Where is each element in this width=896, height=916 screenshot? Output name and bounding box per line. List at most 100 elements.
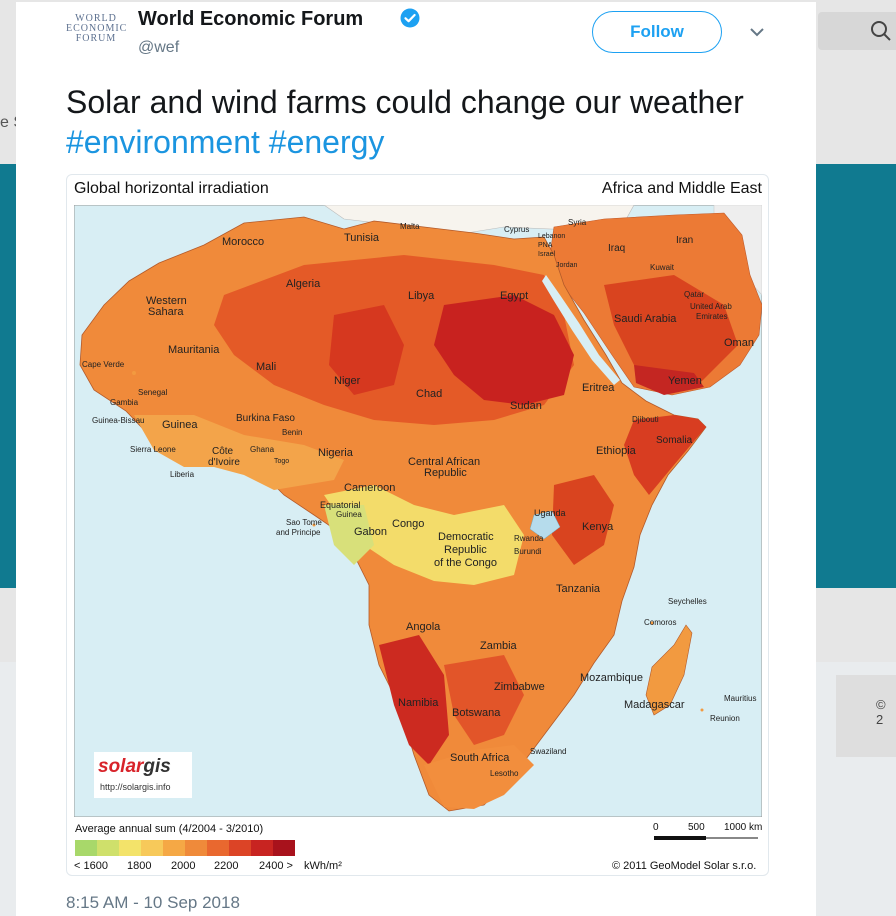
map-region-title: Africa and Middle East	[601, 180, 762, 197]
map-label: Guinea	[162, 419, 198, 431]
map-label: Zambia	[480, 640, 518, 652]
map-label: Madagascar	[624, 699, 685, 711]
chevron-down-icon[interactable]	[749, 26, 765, 38]
map-label: Senegal	[138, 388, 168, 397]
map-label: Cameroon	[344, 482, 395, 494]
legend-title: Average annual sum (4/2004 - 3/2010)	[75, 823, 264, 835]
map-label: Seychelles	[668, 597, 707, 606]
map-label: Lesotho	[490, 769, 519, 778]
legend-swatch	[141, 840, 164, 856]
map-label: Algeria	[286, 278, 321, 290]
map-label: South Africa	[450, 752, 510, 764]
map-label: PNA	[538, 242, 553, 249]
map-label: Gambia	[110, 398, 139, 407]
map-label: Equatorial	[320, 500, 361, 510]
map-label: Namibia	[398, 697, 439, 709]
map-label: Iraq	[608, 243, 625, 254]
map-label: Gabon	[354, 526, 387, 538]
map-label: Tanzania	[556, 583, 601, 595]
map-label: Emirates	[696, 312, 728, 321]
map-label: Ghana	[250, 445, 275, 454]
legend-label: 1800	[127, 860, 152, 872]
map-label: Burundi	[514, 547, 542, 556]
map-label: Swaziland	[530, 747, 566, 756]
map-label: Guinea-Bissau	[92, 416, 144, 425]
legend-swatch	[273, 840, 295, 856]
legend-swatch	[75, 840, 98, 856]
map-label: Republic	[424, 467, 467, 479]
solargis-logo: solargis http://solargis.info	[94, 752, 192, 798]
scale-bar	[654, 836, 758, 840]
map-island	[700, 708, 704, 712]
background-copyright-fragment: © 2	[876, 697, 886, 727]
map-label: Tunisia	[344, 232, 380, 244]
map-label: Guinea	[336, 510, 362, 519]
legend-swatch	[229, 840, 252, 856]
map-label: Mozambique	[580, 672, 643, 684]
map-label: and Principe	[276, 528, 321, 537]
legend-label: < 1600	[74, 860, 108, 872]
map-label: Libya	[408, 290, 435, 302]
map-label: Mali	[256, 361, 276, 373]
map-label: Republic	[444, 544, 487, 556]
author-handle[interactable]: @wef	[138, 39, 179, 57]
map-label: Qatar	[684, 290, 704, 299]
map-label: Lebanon	[538, 233, 565, 240]
verified-badge-icon	[400, 8, 420, 28]
map-label: Reunion	[710, 714, 740, 723]
legend-label: 2400 >	[259, 860, 293, 872]
map-label: Comoros	[644, 618, 676, 627]
avatar-text-line: FORUM	[75, 33, 117, 44]
legend-unit: kWh/m²	[304, 860, 342, 872]
map-label: Togo	[274, 458, 289, 465]
map-label: Malta	[400, 222, 420, 231]
solargis-url: http://solargis.info	[100, 782, 171, 792]
map-title: Global horizontal irradiation	[74, 180, 269, 197]
map-label: Kenya	[582, 521, 614, 533]
legend-swatch	[185, 840, 208, 856]
map-label: Israel	[538, 251, 556, 258]
map-label: Ethiopia	[596, 445, 637, 457]
map-label: Rwanda	[514, 534, 544, 543]
legend-swatch	[97, 840, 120, 856]
legend-swatch	[251, 840, 274, 856]
scale-label: 1000 km	[724, 822, 763, 833]
map-label: United Arab	[690, 302, 732, 311]
author-name[interactable]: World Economic Forum	[138, 8, 363, 31]
map-label: Kuwait	[650, 263, 675, 272]
hashtag-link[interactable]: #energy	[269, 124, 385, 160]
legend-swatch	[119, 840, 142, 856]
map-label: Burkina Faso	[236, 413, 295, 424]
map-label: Mauritania	[168, 344, 220, 356]
map-label: Mauritius	[724, 694, 756, 703]
map-label: Cape Verde	[82, 360, 125, 369]
tweet-timestamp[interactable]: 8:15 AM - 10 Sep 2018	[66, 893, 240, 913]
legend-color-scale	[75, 840, 295, 856]
map-label: Cyprus	[504, 225, 529, 234]
map-label: Sao Tome	[286, 518, 322, 527]
map-label: Democratic	[438, 531, 494, 543]
map-label: Jordan	[556, 262, 578, 269]
hashtag-link[interactable]: #environment	[66, 124, 260, 160]
map-label: Morocco	[222, 236, 264, 248]
map-label: Uganda	[534, 508, 566, 518]
tweet-text: Solar and wind farms could change our we…	[66, 82, 756, 162]
map-label: Angola	[406, 621, 441, 633]
map-label: Egypt	[500, 290, 528, 302]
legend-label: 2000	[171, 860, 196, 872]
follow-button[interactable]: Follow	[592, 11, 722, 53]
search-icon	[871, 21, 891, 41]
map-label: Côte	[212, 446, 234, 457]
map-label: Niger	[334, 375, 361, 387]
avatar[interactable]: WORLD ECONOMIC FORUM	[66, 14, 126, 62]
map-label: Djibouti	[632, 415, 659, 424]
map-label: Sudan	[510, 400, 542, 412]
map-label: Benin	[282, 428, 302, 437]
map-island	[132, 371, 136, 375]
map-label: Sierra Leone	[130, 445, 176, 454]
tweet-text-body: Solar and wind farms could change our we…	[66, 84, 744, 120]
map-label: Sahara	[148, 306, 184, 318]
legend-swatch	[163, 840, 186, 856]
map-label: Syria	[568, 218, 587, 227]
map-label: Botswana	[452, 707, 501, 719]
